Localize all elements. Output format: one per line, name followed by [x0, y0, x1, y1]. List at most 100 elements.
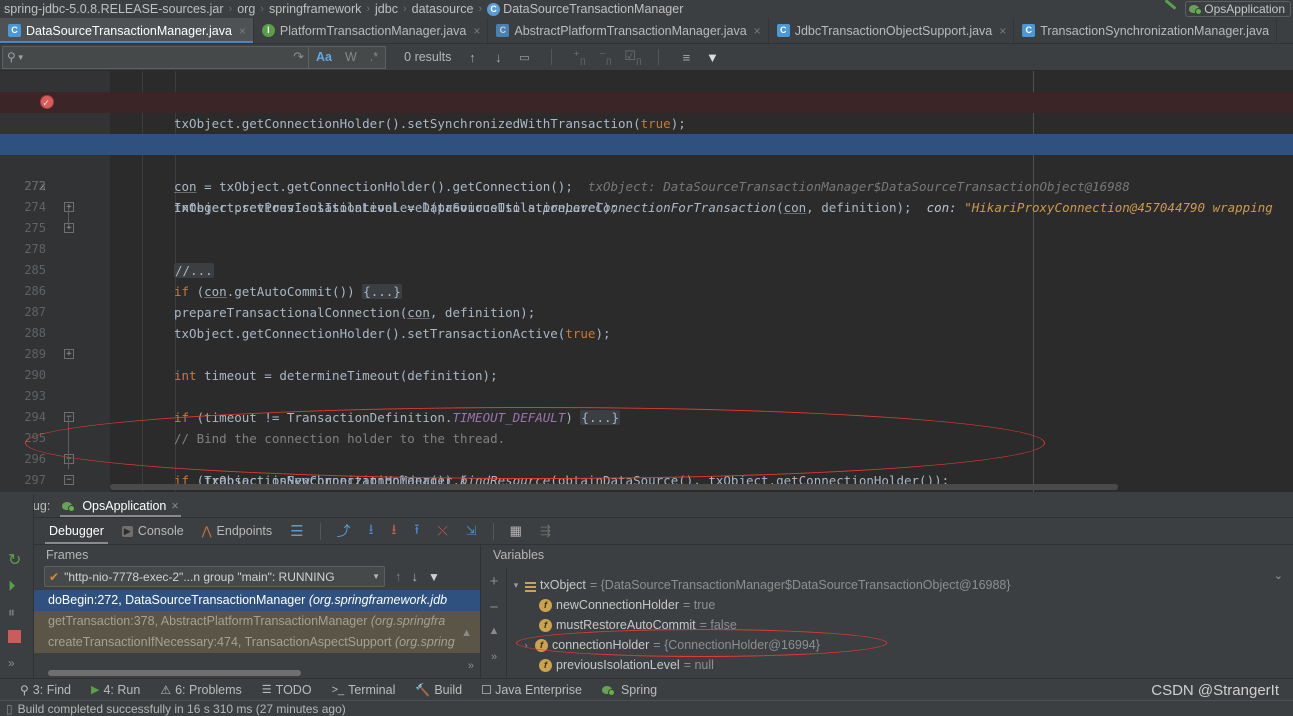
- stop-icon[interactable]: [8, 630, 26, 648]
- frame-item[interactable]: doBegin:272, DataSourceTransactionManage…: [34, 590, 480, 611]
- layout-menu-icon[interactable]: ☰: [281, 518, 312, 544]
- pause-program-icon[interactable]: ⏸: [8, 604, 26, 622]
- status-terminal[interactable]: >_ Terminal: [322, 683, 406, 697]
- breakpoint-icon[interactable]: [40, 93, 54, 114]
- code-line[interactable]: 274: [0, 176, 1293, 214]
- status-build[interactable]: 🔨 Build: [405, 683, 472, 697]
- code-line[interactable]: 293: [0, 365, 1293, 403]
- frame-item[interactable]: createTransactionIfNecessary:474, Transa…: [34, 632, 480, 653]
- frames-up-icon[interactable]: ↑: [395, 569, 402, 584]
- tab-abstractplatformtransactionmanager[interactable]: C AbstractPlatformTransactionManager.jav…: [488, 18, 769, 43]
- fold-collapse-icon[interactable]: −: [64, 412, 74, 422]
- chevron-right-icon[interactable]: ›: [521, 635, 531, 655]
- code-line[interactable]: 288: [0, 302, 1293, 340]
- tab-platformtransactionmanager[interactable]: I PlatformTransactionManager.java ×: [253, 18, 489, 43]
- more-icon[interactable]: »: [487, 651, 501, 663]
- close-icon[interactable]: ×: [239, 24, 246, 38]
- code-line[interactable]: 295 − if (txObject.isNewConnectionHolder…: [0, 407, 1293, 488]
- fold-expand-icon[interactable]: +: [64, 202, 74, 212]
- close-icon[interactable]: ×: [754, 24, 761, 38]
- status-java-enterprise[interactable]: Java Enterprise: [472, 683, 592, 697]
- thread-selector[interactable]: ✔ "http-nio-7778-exec-2"...n group "main…: [44, 566, 385, 587]
- resume-program-icon[interactable]: ⏵: [8, 578, 26, 596]
- variable-row-previousisolationlevel[interactable]: f previousIsolationLevel = null: [511, 655, 1293, 675]
- close-icon[interactable]: ×: [473, 24, 480, 38]
- editor-horizontal-scrollbar[interactable]: [110, 484, 1118, 490]
- filter-frames-icon[interactable]: ▼: [428, 570, 440, 584]
- tab-endpoints[interactable]: ⋀ Endpoints: [193, 518, 281, 544]
- close-icon[interactable]: ×: [999, 24, 1006, 38]
- next-occurrence-icon[interactable]: ↓: [491, 50, 505, 65]
- code-line[interactable]: 271: [0, 113, 1293, 151]
- status-problems[interactable]: ⚠ 6: Problems: [150, 683, 251, 697]
- chevron-down-icon[interactable]: ▼: [372, 572, 380, 581]
- debug-session-tab[interactable]: OpsApplication ×: [56, 494, 184, 517]
- remove-watch-icon[interactable]: −: [487, 599, 501, 616]
- status-spring[interactable]: Spring: [592, 683, 667, 697]
- variables-collapse-icon[interactable]: ⌄: [1274, 569, 1283, 582]
- make-project-icon[interactable]: [1161, 1, 1179, 17]
- add-watch-icon[interactable]: +: [487, 573, 501, 590]
- code-line[interactable]: 297 − }: [0, 449, 1293, 487]
- frame-item[interactable]: getTransaction:378, AbstractPlatformTran…: [34, 611, 480, 632]
- breadcrumb-item-jdbc[interactable]: jdbc: [375, 2, 398, 16]
- breadcrumb-item-org[interactable]: org: [237, 2, 255, 16]
- variable-row-mustrestoreautocommit[interactable]: f mustRestoreAutoCommit = false: [511, 615, 1293, 635]
- more-icon[interactable]: »: [8, 656, 26, 674]
- code-line[interactable]: 287 txObject.getConnectionHolder().setTr…: [0, 281, 1293, 341]
- code-line[interactable]: 269 txObject.getConnectionHolder().setSy…: [0, 71, 1293, 131]
- code-line[interactable]: 294 // Bind the connection holder to the…: [0, 386, 1293, 446]
- add-line-icon[interactable]: ⁺∏: [572, 48, 586, 66]
- chevron-down-icon[interactable]: ▾: [511, 575, 521, 595]
- run-to-cursor-icon[interactable]: ⇲: [457, 518, 486, 544]
- show-execution-point-icon[interactable]: ⤴: [328, 518, 360, 544]
- frames-scroll-up-icon[interactable]: ▲: [461, 627, 472, 639]
- code-line[interactable]: 275 + //...: [0, 197, 1293, 279]
- filter-options-icon[interactable]: ≡: [679, 50, 693, 65]
- frames-more-icon[interactable]: »: [468, 660, 474, 672]
- code-line[interactable]: 290 + if (timeout != TransactionDefiniti…: [0, 344, 1293, 426]
- breadcrumb-item-springframework[interactable]: springframework: [269, 2, 361, 16]
- step-out-icon[interactable]: ⭱: [405, 518, 428, 544]
- search-input[interactable]: ⚲ ▼ ↷: [2, 45, 309, 69]
- match-case-toggle[interactable]: Aa: [316, 50, 332, 64]
- tab-debugger[interactable]: Debugger: [40, 518, 113, 544]
- filter-icon[interactable]: ▼: [705, 50, 719, 65]
- code-line-current-execution[interactable]: 272 Integer previousIsolationLevel = Dat…: [0, 134, 1293, 215]
- code-line-breakpoint[interactable]: 270 con = txObject.getConnectionHolder()…: [0, 92, 1293, 194]
- tab-console[interactable]: ▶ Console: [113, 518, 193, 544]
- frames-down-icon[interactable]: ↓: [412, 569, 419, 584]
- tab-jdbctransactionobjectsupport[interactable]: C JdbcTransactionObjectSupport.java ×: [768, 18, 1015, 43]
- breadcrumb-item-datasource[interactable]: datasource: [412, 2, 474, 16]
- variable-row[interactable]: [511, 564, 1293, 575]
- run-configuration-selector[interactable]: OpsApplication: [1185, 1, 1291, 17]
- code-line[interactable]: 289 int timeout = determineTimeout(defin…: [0, 323, 1293, 383]
- variable-row-connectionholder[interactable]: › f connectionHolder = {ConnectionHolder…: [511, 635, 1293, 655]
- code-line[interactable]: 273 txObject.setPreviousIsolationLevel(p…: [0, 155, 1293, 215]
- breadcrumb-item-class[interactable]: DataSourceTransactionManager: [503, 2, 683, 16]
- code-line[interactable]: 285: [0, 239, 1293, 277]
- status-run[interactable]: ▶ 4: Run: [81, 683, 150, 697]
- collapse-icon[interactable]: ▲: [487, 625, 501, 637]
- step-over-icon[interactable]: ⭳: [360, 518, 383, 544]
- close-icon[interactable]: ×: [171, 499, 178, 513]
- breadcrumb-item-jar[interactable]: spring-jdbc-5.0.8.RELEASE-sources.jar: [4, 2, 224, 16]
- fold-expand-icon[interactable]: +: [64, 349, 74, 359]
- fold-expand-icon[interactable]: +: [64, 223, 74, 233]
- wrap-search-icon[interactable]: ↷: [293, 49, 304, 65]
- variable-row-newconnectionholder[interactable]: f newConnectionHolder = true: [511, 595, 1293, 615]
- prev-occurrence-icon[interactable]: ↑: [465, 50, 479, 65]
- step-into-icon[interactable]: ⭳: [383, 518, 406, 544]
- evaluate-expression-icon[interactable]: ▦: [501, 518, 531, 544]
- code-editor[interactable]: 269 txObject.getConnectionHolder().setSy…: [0, 71, 1293, 492]
- tab-datasourcetransactionmanager[interactable]: C DataSourceTransactionManager.java ×: [0, 18, 254, 43]
- remove-line-icon[interactable]: ⁻∏: [598, 48, 612, 66]
- frames-horizontal-scrollbar[interactable]: [48, 670, 301, 676]
- settings-icon[interactable]: ⇶: [531, 518, 560, 544]
- select-lines-icon[interactable]: ☑∏: [624, 48, 641, 66]
- words-toggle[interactable]: W: [345, 50, 357, 64]
- chevron-down-icon[interactable]: ▼: [17, 53, 25, 62]
- code-line[interactable]: 278 + if (con.getAutoCommit()) {...}: [0, 218, 1293, 300]
- fold-collapse-icon[interactable]: −: [64, 454, 74, 464]
- code-line[interactable]: 296 TransactionSynchronizationManager.bi…: [0, 428, 1293, 488]
